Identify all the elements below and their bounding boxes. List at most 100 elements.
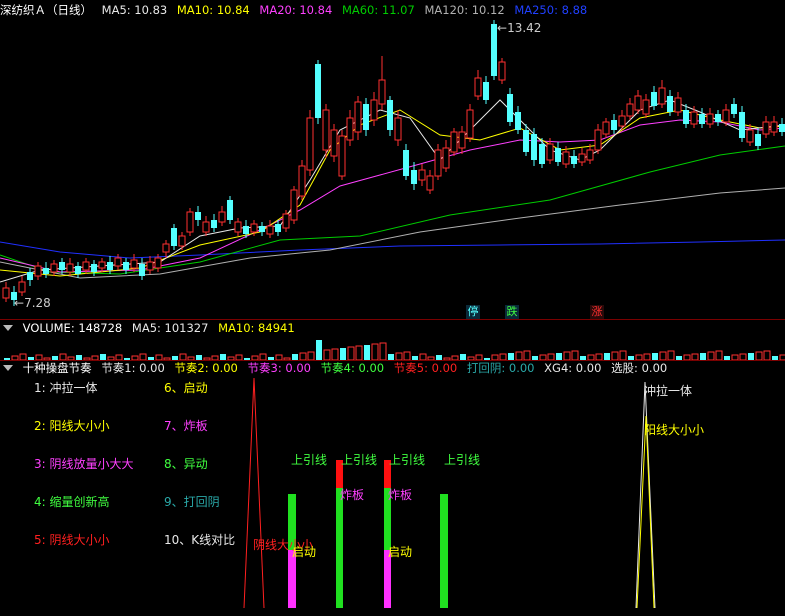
legend-item: 2: 阳线大小小 bbox=[34, 419, 110, 433]
candle-body bbox=[146, 261, 154, 271]
volume-bar bbox=[299, 352, 307, 360]
indicator-name[interactable]: 十种操盘节奏 bbox=[23, 361, 92, 375]
candle-body bbox=[779, 124, 785, 132]
xg4-value: XG4: 0.00 bbox=[544, 361, 602, 375]
candle-body bbox=[683, 110, 689, 124]
candle-body bbox=[746, 129, 754, 143]
candle-body bbox=[290, 189, 298, 221]
rhythm-3: 节奏3: 0.00 bbox=[247, 361, 311, 375]
volume-bar bbox=[755, 351, 763, 360]
collapse-icon[interactable] bbox=[3, 325, 13, 331]
label-zhaban-1: 炸板 bbox=[340, 488, 365, 502]
volume-bar bbox=[619, 350, 627, 360]
candle-body bbox=[370, 99, 378, 121]
volume-ma5: MA5: 101327 bbox=[131, 321, 209, 335]
label-yangxian: 阳线大小小 bbox=[644, 423, 705, 437]
legend-item: 1: 冲拉一体 bbox=[34, 381, 98, 395]
candle-body bbox=[483, 82, 489, 100]
candle-body bbox=[626, 103, 634, 117]
volume-bar bbox=[515, 351, 523, 360]
legend-item: 8、异动 bbox=[164, 457, 208, 471]
candle-body bbox=[651, 92, 657, 106]
candle-body bbox=[539, 144, 545, 164]
candle-body bbox=[706, 113, 714, 125]
label-shangyinxian-1: 上引线 bbox=[291, 453, 328, 467]
candle-body bbox=[250, 223, 258, 233]
rhythm-2: 节奏2: 0.00 bbox=[174, 361, 238, 375]
label-shangyinxian-3: 上引线 bbox=[389, 453, 426, 467]
bar-green bbox=[440, 494, 448, 608]
bar-green bbox=[336, 488, 343, 608]
label-zhaban-2: 炸板 bbox=[388, 488, 413, 502]
legend-item: 5: 阴线大小小 bbox=[34, 533, 110, 547]
volume-bar bbox=[571, 350, 579, 360]
volume-bar bbox=[395, 352, 403, 360]
candle-body bbox=[27, 272, 33, 280]
volume-bar bbox=[707, 351, 715, 360]
candle-body bbox=[699, 114, 705, 124]
candle-body bbox=[586, 149, 594, 161]
volume-chart[interactable] bbox=[0, 336, 785, 360]
candle-body bbox=[2, 287, 10, 299]
candle-body bbox=[546, 143, 554, 161]
candle-body bbox=[770, 121, 778, 133]
label-qidong-1: 启动 bbox=[292, 545, 317, 559]
candle-body bbox=[387, 100, 393, 130]
candle-body bbox=[363, 104, 369, 130]
candle-body bbox=[171, 228, 177, 246]
legend-item: 4: 缩量创新高 bbox=[34, 495, 110, 509]
volume-bar bbox=[403, 351, 411, 360]
indicator-header: 十种操盘节奏 节奏1: 0.00 节奏2: 0.00 节奏3: 0.00 节奏4… bbox=[0, 360, 673, 376]
candle-body bbox=[555, 148, 561, 162]
candle-body bbox=[59, 262, 65, 270]
signal-ting: 停 bbox=[466, 305, 480, 319]
volume-bar bbox=[700, 353, 706, 360]
dahuiyin-value: 打回阴: 0.00 bbox=[466, 361, 535, 375]
volume-bar bbox=[347, 346, 355, 360]
candle-body bbox=[354, 101, 362, 133]
candle-body bbox=[266, 225, 274, 235]
candle-body bbox=[98, 261, 106, 269]
candle-body bbox=[18, 281, 26, 293]
volume-bar bbox=[340, 348, 346, 360]
candle-body bbox=[418, 169, 426, 181]
rhythm-1: 节奏1: 0.00 bbox=[101, 361, 165, 375]
candle-body bbox=[330, 129, 338, 157]
candle-body bbox=[82, 261, 90, 271]
candle-body bbox=[282, 213, 290, 229]
candle-body bbox=[442, 147, 450, 169]
volume-bar bbox=[604, 353, 610, 360]
volume-header: VOLUME: 148728 MA5: 101327 MA10: 84941 bbox=[0, 320, 301, 336]
volume-bar bbox=[371, 343, 379, 360]
volume-bar bbox=[331, 348, 339, 360]
candle-body bbox=[394, 117, 402, 141]
collapse-icon[interactable] bbox=[3, 365, 13, 371]
price-chart[interactable] bbox=[0, 0, 785, 318]
candle-body bbox=[195, 212, 201, 220]
candle-body bbox=[50, 263, 58, 273]
candle-body bbox=[178, 235, 186, 247]
candle-body bbox=[227, 200, 233, 220]
candle-body bbox=[611, 120, 617, 130]
label-shangyinxian-2: 上引线 bbox=[341, 453, 378, 467]
volume-bar bbox=[748, 353, 754, 360]
candle-body bbox=[474, 77, 482, 97]
candle-body bbox=[130, 259, 138, 269]
candle-body bbox=[634, 95, 642, 111]
candle-body bbox=[218, 211, 226, 223]
legend-item: 9、打回阴 bbox=[164, 495, 220, 509]
ma20-line bbox=[0, 119, 785, 273]
candle-body bbox=[66, 263, 74, 273]
volume-bar bbox=[715, 350, 723, 360]
candle-body bbox=[346, 117, 354, 141]
candle-body bbox=[515, 112, 521, 130]
candle-body bbox=[722, 109, 730, 123]
candle-body bbox=[75, 266, 81, 274]
low-price-label: ←7.28 bbox=[14, 296, 51, 310]
candle-body bbox=[202, 221, 210, 233]
signal-zhang: 涨 bbox=[590, 305, 604, 319]
candle-body bbox=[450, 131, 458, 153]
spike-red bbox=[243, 377, 265, 609]
volume-bar bbox=[364, 345, 370, 360]
candle-body bbox=[715, 114, 721, 122]
